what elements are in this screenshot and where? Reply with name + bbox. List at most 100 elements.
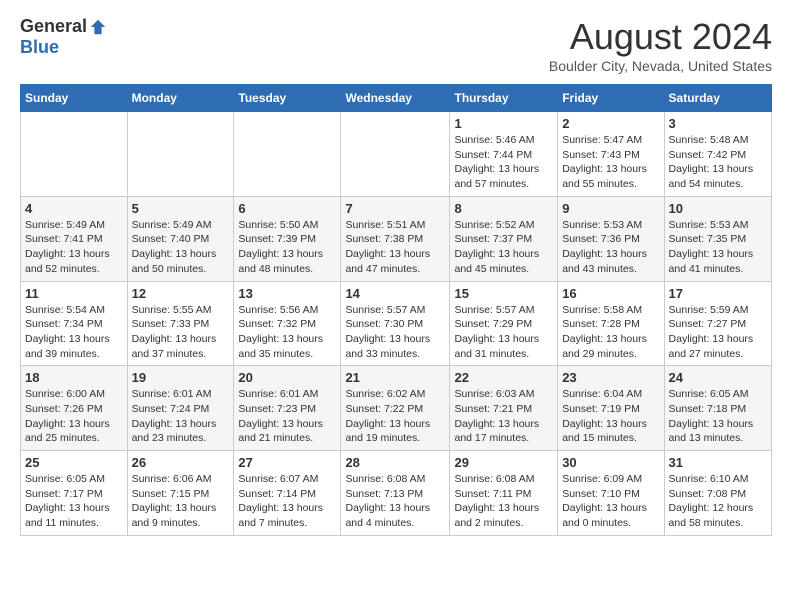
day-info: Sunrise: 6:05 AMSunset: 7:17 PMDaylight:…: [25, 472, 123, 531]
day-cell: 3 Sunrise: 5:48 AMSunset: 7:42 PMDaylight…: [664, 112, 771, 197]
day-cell: 1 Sunrise: 5:46 AMSunset: 7:44 PMDaylight…: [450, 112, 558, 197]
day-number: 16: [562, 286, 659, 301]
day-number: 20: [238, 370, 336, 385]
day-number: 3: [669, 116, 767, 131]
week-row-2: 4Sunrise: 5:49 AMSunset: 7:41 PMDaylight…: [21, 196, 772, 281]
day-number: 12: [132, 286, 230, 301]
day-cell: [127, 112, 234, 197]
day-number: 29: [454, 455, 553, 470]
day-cell: 14 Sunrise: 5:57 AMSunset: 7:30 PMDayligh…: [341, 281, 450, 366]
day-cell: 22 Sunrise: 6:03 AMSunset: 7:21 PMDayligh…: [450, 366, 558, 451]
day-info: Sunrise: 5:52 AMSunset: 7:37 PMDaylight:…: [454, 218, 553, 277]
day-number: 5: [132, 201, 230, 216]
column-header-thursday: Thursday: [450, 85, 558, 112]
day-cell: 9Sunrise: 5:53 AMSunset: 7:36 PMDaylight…: [558, 196, 664, 281]
day-number: 2: [562, 116, 659, 131]
day-info: Sunrise: 5:51 AMSunset: 7:38 PMDaylight:…: [345, 218, 445, 277]
day-cell: 13 Sunrise: 5:56 AMSunset: 7:32 PMDayligh…: [234, 281, 341, 366]
day-number: 26: [132, 455, 230, 470]
day-number: 28: [345, 455, 445, 470]
day-number: 10: [669, 201, 767, 216]
day-info: Sunrise: 6:08 AMSunset: 7:13 PMDaylight:…: [345, 472, 445, 531]
column-header-saturday: Saturday: [664, 85, 771, 112]
day-cell: 5 Sunrise: 5:49 AMSunset: 7:40 PMDaylight…: [127, 196, 234, 281]
header-row: SundayMondayTuesdayWednesdayThursdayFrid…: [21, 85, 772, 112]
day-cell: 28 Sunrise: 6:08 AMSunset: 7:13 PMDayligh…: [341, 451, 450, 536]
logo-icon: [89, 18, 107, 36]
day-cell: 12 Sunrise: 5:55 AMSunset: 7:33 PMDayligh…: [127, 281, 234, 366]
day-number: 22: [454, 370, 553, 385]
title-area: August 2024 Boulder City, Nevada, United…: [549, 16, 772, 74]
day-number: 21: [345, 370, 445, 385]
day-info: Sunrise: 5:46 AMSunset: 7:44 PMDaylight:…: [454, 133, 553, 192]
day-cell: 31Sunrise: 6:10 AMSunset: 7:08 PMDayligh…: [664, 451, 771, 536]
week-row-5: 25 Sunrise: 6:05 AMSunset: 7:17 PMDayligh…: [21, 451, 772, 536]
day-number: 13: [238, 286, 336, 301]
logo-general-text: General: [20, 16, 87, 37]
day-info: Sunrise: 6:10 AMSunset: 7:08 PMDaylight:…: [669, 472, 767, 531]
day-info: Sunrise: 5:48 AMSunset: 7:42 PMDaylight:…: [669, 133, 767, 192]
column-header-sunday: Sunday: [21, 85, 128, 112]
day-cell: 4Sunrise: 5:49 AMSunset: 7:41 PMDaylight…: [21, 196, 128, 281]
column-header-monday: Monday: [127, 85, 234, 112]
day-cell: 18 Sunrise: 6:00 AMSunset: 7:26 PMDayligh…: [21, 366, 128, 451]
day-cell: 15Sunrise: 5:57 AMSunset: 7:29 PMDayligh…: [450, 281, 558, 366]
day-info: Sunrise: 6:01 AMSunset: 7:24 PMDaylight:…: [132, 387, 230, 446]
day-info: Sunrise: 6:03 AMSunset: 7:21 PMDaylight:…: [454, 387, 553, 446]
day-info: Sunrise: 5:57 AMSunset: 7:30 PMDaylight:…: [345, 303, 445, 362]
day-number: 1: [454, 116, 553, 131]
day-number: 27: [238, 455, 336, 470]
day-cell: 27 Sunrise: 6:07 AMSunset: 7:14 PMDayligh…: [234, 451, 341, 536]
day-cell: 30Sunrise: 6:09 AMSunset: 7:10 PMDayligh…: [558, 451, 664, 536]
day-info: Sunrise: 5:57 AMSunset: 7:29 PMDaylight:…: [454, 303, 553, 362]
week-row-3: 11Sunrise: 5:54 AMSunset: 7:34 PMDayligh…: [21, 281, 772, 366]
day-number: 23: [562, 370, 659, 385]
day-cell: 24Sunrise: 6:05 AMSunset: 7:18 PMDayligh…: [664, 366, 771, 451]
day-info: Sunrise: 6:07 AMSunset: 7:14 PMDaylight:…: [238, 472, 336, 531]
day-number: 17: [669, 286, 767, 301]
day-info: Sunrise: 5:56 AMSunset: 7:32 PMDaylight:…: [238, 303, 336, 362]
day-cell: [341, 112, 450, 197]
day-cell: 7 Sunrise: 5:51 AMSunset: 7:38 PMDaylight…: [341, 196, 450, 281]
day-cell: 8 Sunrise: 5:52 AMSunset: 7:37 PMDaylight…: [450, 196, 558, 281]
day-info: Sunrise: 5:47 AMSunset: 7:43 PMDaylight:…: [562, 133, 659, 192]
day-number: 14: [345, 286, 445, 301]
day-number: 8: [454, 201, 553, 216]
day-info: Sunrise: 5:54 AMSunset: 7:34 PMDaylight:…: [25, 303, 123, 362]
week-row-4: 18 Sunrise: 6:00 AMSunset: 7:26 PMDayligh…: [21, 366, 772, 451]
day-cell: 21Sunrise: 6:02 AMSunset: 7:22 PMDayligh…: [341, 366, 450, 451]
location-title: Boulder City, Nevada, United States: [549, 58, 772, 74]
day-cell: 2 Sunrise: 5:47 AMSunset: 7:43 PMDaylight…: [558, 112, 664, 197]
day-cell: 17 Sunrise: 5:59 AMSunset: 7:27 PMDayligh…: [664, 281, 771, 366]
day-number: 9: [562, 201, 659, 216]
day-info: Sunrise: 5:59 AMSunset: 7:27 PMDaylight:…: [669, 303, 767, 362]
day-info: Sunrise: 5:49 AMSunset: 7:40 PMDaylight:…: [132, 218, 230, 277]
calendar-table: SundayMondayTuesdayWednesdayThursdayFrid…: [20, 84, 772, 536]
day-info: Sunrise: 6:04 AMSunset: 7:19 PMDaylight:…: [562, 387, 659, 446]
day-number: 25: [25, 455, 123, 470]
day-info: Sunrise: 5:55 AMSunset: 7:33 PMDaylight:…: [132, 303, 230, 362]
day-number: 18: [25, 370, 123, 385]
header: General Blue August 2024 Boulder City, N…: [20, 16, 772, 74]
day-cell: 16 Sunrise: 5:58 AMSunset: 7:28 PMDayligh…: [558, 281, 664, 366]
day-cell: 19Sunrise: 6:01 AMSunset: 7:24 PMDayligh…: [127, 366, 234, 451]
day-cell: 20 Sunrise: 6:01 AMSunset: 7:23 PMDayligh…: [234, 366, 341, 451]
day-info: Sunrise: 6:06 AMSunset: 7:15 PMDaylight:…: [132, 472, 230, 531]
day-number: 7: [345, 201, 445, 216]
day-cell: 6Sunrise: 5:50 AMSunset: 7:39 PMDaylight…: [234, 196, 341, 281]
day-info: Sunrise: 5:58 AMSunset: 7:28 PMDaylight:…: [562, 303, 659, 362]
day-info: Sunrise: 6:01 AMSunset: 7:23 PMDaylight:…: [238, 387, 336, 446]
day-info: Sunrise: 5:50 AMSunset: 7:39 PMDaylight:…: [238, 218, 336, 277]
day-info: Sunrise: 6:08 AMSunset: 7:11 PMDaylight:…: [454, 472, 553, 531]
day-cell: 11Sunrise: 5:54 AMSunset: 7:34 PMDayligh…: [21, 281, 128, 366]
day-cell: 10 Sunrise: 5:53 AMSunset: 7:35 PMDayligh…: [664, 196, 771, 281]
month-title: August 2024: [549, 16, 772, 58]
day-info: Sunrise: 6:00 AMSunset: 7:26 PMDaylight:…: [25, 387, 123, 446]
logo: General Blue: [20, 16, 107, 58]
column-header-wednesday: Wednesday: [341, 85, 450, 112]
day-number: 30: [562, 455, 659, 470]
day-cell: 26 Sunrise: 6:06 AMSunset: 7:15 PMDayligh…: [127, 451, 234, 536]
day-info: Sunrise: 5:53 AMSunset: 7:35 PMDaylight:…: [669, 218, 767, 277]
day-cell: [21, 112, 128, 197]
day-cell: [234, 112, 341, 197]
